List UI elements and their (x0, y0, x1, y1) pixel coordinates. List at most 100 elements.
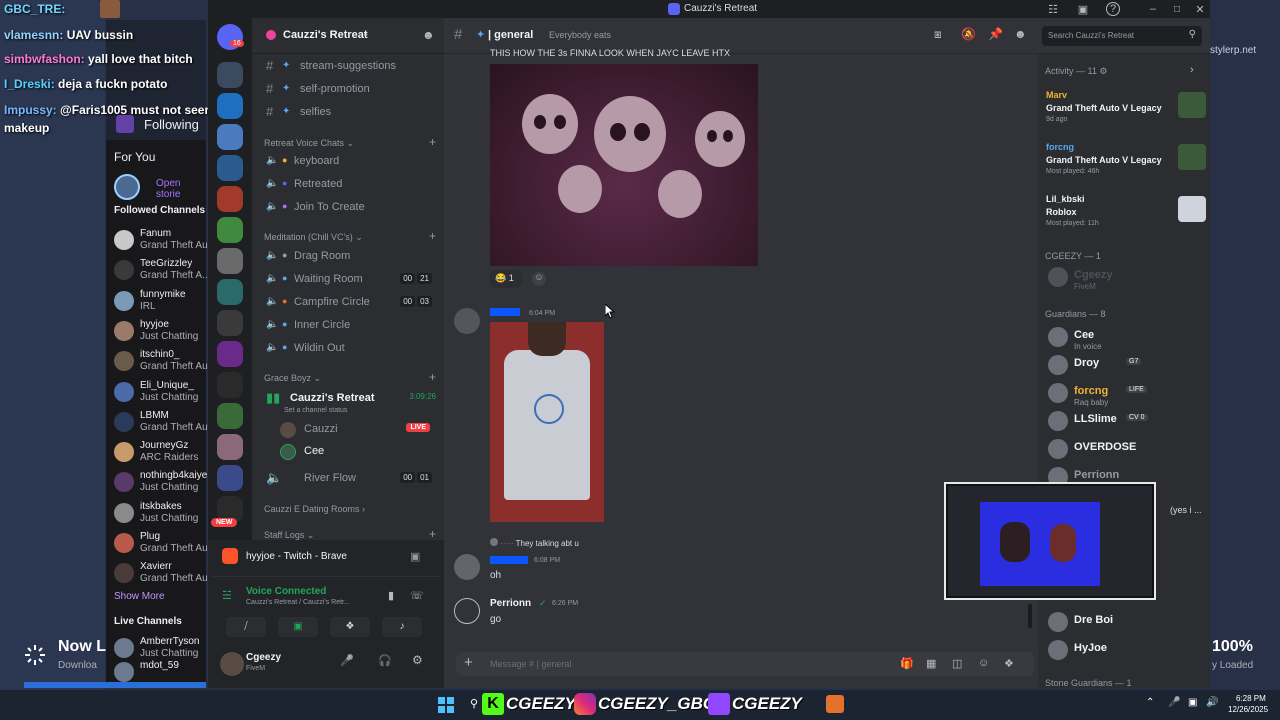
inbox-icon[interactable]: ☷ (1046, 2, 1060, 16)
reaction-laugh[interactable]: 😂 1 (490, 270, 522, 288)
category-dating[interactable]: Cauzzi E Dating Rooms › (264, 504, 365, 514)
server-icon[interactable] (217, 62, 243, 88)
followed-channel[interactable]: funnymike IRL (114, 289, 209, 319)
activity-card[interactable]: Marv Grand Theft Auto V Legacy 9d ago (1046, 88, 1206, 138)
show-more-link[interactable]: Show More (114, 591, 165, 602)
pin-icon[interactable]: 📌 (988, 27, 1003, 41)
category-grace[interactable]: Grace Boyz ⌄ (264, 373, 321, 384)
member-row[interactable]: LLSlime CV 0 (1046, 408, 1206, 436)
member-row[interactable]: Dre Boi (1046, 609, 1206, 637)
avatar[interactable] (454, 554, 480, 580)
server-icon[interactable] (217, 186, 243, 212)
chevron-right-icon[interactable]: › (1190, 64, 1194, 76)
server-icon[interactable] (217, 93, 243, 119)
voice-location[interactable]: Cauzzi's Retreat / Cauzzi's Retr... (246, 599, 350, 606)
network-icon[interactable]: ▣ (1188, 697, 1197, 708)
screen-share-icon[interactable]: ▣ (410, 550, 420, 563)
reply-preview[interactable]: ····· They talking abt u (490, 538, 579, 548)
member-row[interactable]: Cee In voice (1046, 324, 1206, 352)
search-input[interactable]: Search Cauzzi's Retreat ⚲ (1042, 26, 1202, 46)
followed-channel[interactable]: itschin0_ Grand Theft Au (114, 349, 209, 379)
stories-avatar[interactable] (114, 174, 140, 200)
text-channel[interactable]: # ✦ stream-suggestions (260, 56, 436, 76)
text-channel[interactable]: # ✦ selfies (260, 102, 436, 122)
vc-user[interactable]: Cee (260, 442, 436, 462)
threads-icon[interactable]: ⧆ (934, 27, 942, 42)
member-row[interactable]: Cgeezy FiveM (1046, 264, 1206, 292)
add-attachment-icon[interactable]: + (464, 654, 473, 671)
help-icon[interactable]: ? (1106, 2, 1120, 16)
add-channel-icon[interactable]: + (429, 527, 436, 541)
open-stories-link[interactable]: Open storie (156, 178, 206, 200)
category-voice[interactable]: Retreat Voice Chats ⌄ (264, 138, 354, 149)
voice-channel[interactable]: 🔈 ● keyboard (260, 151, 436, 171)
microphone-icon[interactable]: 🎤 (1168, 697, 1180, 708)
followed-channel[interactable]: Plug Grand Theft Au (114, 531, 209, 561)
username-redacted[interactable] (490, 556, 528, 564)
minimize-icon[interactable]: – (1146, 2, 1160, 16)
mute-icon[interactable]: 🔕 (961, 27, 976, 41)
video-thumbnail[interactable] (490, 322, 604, 522)
followed-channel[interactable]: LBMM Grand Theft Au (114, 410, 209, 440)
add-channel-icon[interactable]: + (429, 370, 436, 384)
chevron-up-icon[interactable]: ⌃ (1146, 697, 1154, 708)
voice-channel[interactable]: 🔈 ● Retreated (260, 174, 436, 194)
disconnect-icon[interactable]: ☏ (410, 589, 424, 602)
followed-channel[interactable]: JourneyGz ARC Raiders (114, 440, 209, 470)
server-icon[interactable] (217, 155, 243, 181)
avatar[interactable] (454, 598, 480, 624)
server-icon[interactable] (217, 341, 243, 367)
category-meditation[interactable]: Meditation (Chill VC's) ⌄ (264, 232, 363, 243)
gear-icon[interactable]: ⚙ (412, 653, 423, 667)
volume-icon[interactable]: 🔊 (1206, 697, 1218, 708)
voice-channel[interactable]: 🔈 ● Drag Room (260, 246, 436, 266)
server-icon[interactable] (217, 465, 243, 491)
activity-card[interactable]: Lil_kbski Roblox Most played: 11h (1046, 192, 1206, 242)
windows-start-icon[interactable] (438, 697, 454, 713)
meme-image[interactable] (490, 64, 758, 266)
activity-heading[interactable]: Activity — 11 ⚙ (1045, 66, 1107, 77)
add-reaction-icon[interactable]: ☺ (532, 272, 546, 286)
sticker-icon[interactable]: ◫ (952, 657, 962, 670)
active-voice-channel[interactable]: ▮▮ Cauzzi's Retreat 3:09:26 Set a channe… (260, 388, 436, 414)
add-member-icon[interactable]: ☻ (422, 28, 435, 42)
followed-channel[interactable]: Eli_Unique_ Just Chatting (114, 380, 209, 410)
activities-icon[interactable]: ❖ (330, 617, 370, 637)
member-row[interactable]: Droy G7 (1046, 352, 1206, 380)
voice-channel[interactable]: 🔈 ● Join To Create (260, 197, 436, 217)
text-channel[interactable]: # ✦ self-promotion (260, 79, 436, 99)
voice-channel-river[interactable]: 🔈 River Flow 00 01 (260, 468, 436, 488)
members-icon[interactable]: ☻ (1014, 27, 1027, 41)
microphone-icon[interactable]: 🎤 (340, 654, 354, 667)
server-icon[interactable] (217, 248, 243, 274)
voice-channel[interactable]: 🔈 ● Campfire Circle 00 03 (260, 292, 436, 312)
clock-time[interactable]: 6:28 PM (1236, 694, 1266, 703)
voice-connected[interactable]: Voice Connected (246, 586, 326, 597)
add-channel-icon[interactable]: + (429, 135, 436, 149)
username-redacted[interactable] (490, 308, 520, 316)
server-header[interactable]: Cauzzi's Retreat ⌄ ☻ (252, 18, 444, 54)
emoji-icon[interactable]: ☺ (978, 657, 989, 669)
following-link[interactable]: Following (114, 115, 199, 133)
activity-row[interactable]: hyyjoe - Twitch - Brave ▣ (212, 542, 440, 572)
clock-date[interactable]: 12/26/2025 (1228, 705, 1268, 714)
message-composer[interactable]: + Message # | general 🎁 ▦ ◫ ☺ ❖ (456, 652, 1034, 676)
voice-channel[interactable]: 🔈 ● Inner Circle (260, 315, 436, 335)
server-icon[interactable] (217, 310, 243, 336)
activity-card[interactable]: forcng Grand Theft Auto V Legacy Most play… (1046, 140, 1206, 190)
message-input[interactable]: Message # | general (490, 659, 571, 669)
close-icon[interactable]: ✕ (1193, 2, 1207, 16)
app-icon[interactable] (826, 695, 844, 713)
followed-channel[interactable]: Fanum Grand Theft Au (114, 228, 209, 258)
voice-channel[interactable]: 🔈 ● Waiting Room 00 21 (260, 269, 436, 289)
followed-channel[interactable]: nothingb4kaiye Just Chatting (114, 470, 209, 500)
followed-channel[interactable]: Xavierr Grand Theft Au (114, 561, 209, 591)
screen-icon[interactable]: ▣ (1076, 2, 1090, 16)
voice-channel[interactable]: 🔈 ● Wildin Out (260, 338, 436, 358)
camera-off-icon[interactable]: ⧸ (226, 617, 266, 637)
server-icon[interactable] (217, 279, 243, 305)
member-row[interactable]: forcng LIFE Raq baby (1046, 380, 1206, 408)
screen-share-active-icon[interactable]: ▣ (278, 617, 318, 637)
search-icon[interactable]: ⚲ (470, 697, 478, 710)
vc-status[interactable]: Set a channel status (284, 407, 347, 414)
